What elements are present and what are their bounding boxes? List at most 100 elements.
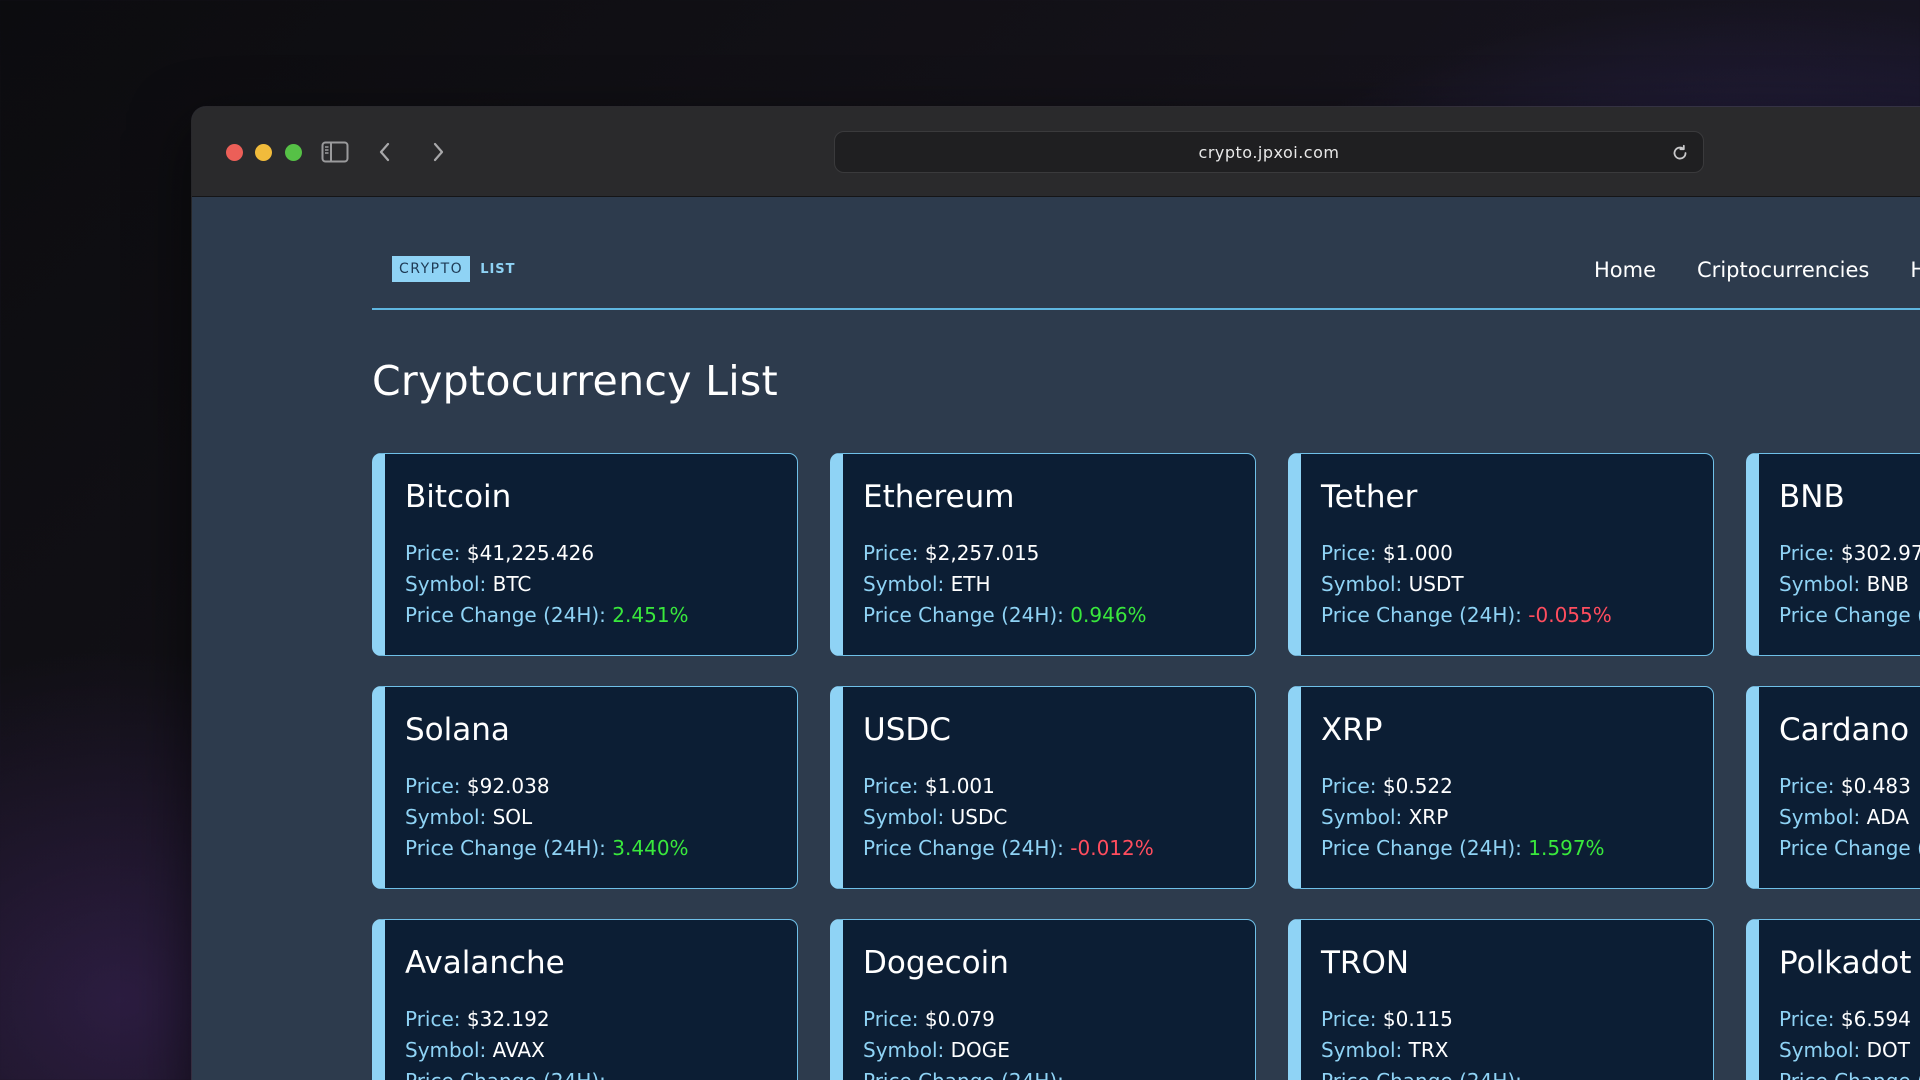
change-label: Price Change (24H): <box>405 1069 606 1080</box>
price-label: Price: <box>1779 1007 1835 1031</box>
change-row: Price Change (24H): 2.451% <box>405 600 797 631</box>
forward-arrow-icon[interactable] <box>421 135 455 169</box>
price-row: Price: $32.192 <box>405 1004 797 1035</box>
symbol-value: XRP <box>1408 805 1449 829</box>
price-label: Price: <box>1321 541 1377 565</box>
symbol-row: Symbol: XRP <box>1321 802 1713 833</box>
price-value: $0.483 <box>1840 774 1911 798</box>
symbol-value: TRX <box>1408 1038 1449 1062</box>
change-value: -0.055% <box>1528 603 1612 627</box>
coin-card-btc[interactable]: Bitcoin Price: $41,225.426 Symbol: BTC P… <box>372 453 798 656</box>
change-label: Price Change (24H): <box>1779 1069 1920 1080</box>
coin-card-bnb[interactable]: BNB Price: $302.970 Symbol: BNB Price Ch… <box>1746 453 1920 656</box>
change-row: Price Change (24H): <box>1779 600 1920 631</box>
symbol-value: SOL <box>492 805 533 829</box>
change-label: Price Change (24H): <box>405 836 606 860</box>
page-content: CRYPTO LIST Home Criptocurrencies H Cryp… <box>192 197 1920 1080</box>
coin-name: Avalanche <box>405 945 565 981</box>
symbol-row: Symbol: ETH <box>863 569 1255 600</box>
symbol-row: Symbol: USDC <box>863 802 1255 833</box>
coin-name: Tether <box>1321 479 1418 515</box>
price-row: Price: $0.483 <box>1779 771 1920 802</box>
page-title: Cryptocurrency List <box>372 357 778 405</box>
price-value: $0.522 <box>1382 774 1453 798</box>
back-arrow-icon[interactable] <box>368 135 402 169</box>
change-row: Price Change (24H): 3.440% <box>405 833 797 864</box>
close-window-button[interactable] <box>226 144 243 161</box>
symbol-row: Symbol: BTC <box>405 569 797 600</box>
change-label: Price Change (24H): <box>863 836 1064 860</box>
nav-link-home[interactable]: Home <box>1594 258 1656 282</box>
price-row: Price: $302.970 <box>1779 538 1920 569</box>
symbol-row: Symbol: DOT <box>1779 1035 1920 1066</box>
symbol-label: Symbol: <box>405 1038 487 1062</box>
coin-card-usdt[interactable]: Tether Price: $1.000 Symbol: USDT Price … <box>1288 453 1714 656</box>
symbol-label: Symbol: <box>1321 1038 1403 1062</box>
site-navbar: CRYPTO LIST Home Criptocurrencies H <box>372 197 1920 310</box>
coin-name: Dogecoin <box>863 945 1009 981</box>
maximize-window-button[interactable] <box>285 144 302 161</box>
change-row: Price Change (24H): <box>1779 1066 1920 1080</box>
price-value: $302.970 <box>1840 541 1920 565</box>
coin-card-usdc[interactable]: USDC Price: $1.001 Symbol: USDC Price Ch… <box>830 686 1256 889</box>
coin-card-eth[interactable]: Ethereum Price: $2,257.015 Symbol: ETH P… <box>830 453 1256 656</box>
price-label: Price: <box>1779 774 1835 798</box>
coin-card-dot[interactable]: Polkadot Price: $6.594 Symbol: DOT Price… <box>1746 919 1920 1080</box>
symbol-row: Symbol: TRX <box>1321 1035 1713 1066</box>
change-row: Price Change (24H): <box>405 1066 797 1080</box>
change-row: Price Change (24H): -0.055% <box>1321 600 1713 631</box>
price-label: Price: <box>1321 1007 1377 1031</box>
symbol-row: Symbol: AVAX <box>405 1035 797 1066</box>
browser-window: crypto.jpxoi.com CRYPTO LIST Home Cripto… <box>192 107 1920 1080</box>
coin-card-avax[interactable]: Avalanche Price: $32.192 Symbol: AVAX Pr… <box>372 919 798 1080</box>
price-row: Price: $2,257.015 <box>863 538 1255 569</box>
change-row: Price Change (24H): -0.012% <box>863 833 1255 864</box>
nav-link-truncated[interactable]: H <box>1910 258 1920 282</box>
symbol-label: Symbol: <box>863 1038 945 1062</box>
coin-card-ada[interactable]: Cardano Price: $0.483 Symbol: ADA Price … <box>1746 686 1920 889</box>
minimize-window-button[interactable] <box>255 144 272 161</box>
coin-card-doge[interactable]: Dogecoin Price: $0.079 Symbol: DOGE Pric… <box>830 919 1256 1080</box>
change-label: Price Change (24H): <box>863 1069 1064 1080</box>
coin-name: Bitcoin <box>405 479 512 515</box>
symbol-label: Symbol: <box>405 572 487 596</box>
change-label: Price Change (24H): <box>1779 603 1920 627</box>
sidebar-toggle-icon[interactable] <box>318 135 352 169</box>
price-value: $2,257.015 <box>924 541 1040 565</box>
symbol-value: DOGE <box>950 1038 1010 1062</box>
change-value: 3.440% <box>612 836 689 860</box>
symbol-label: Symbol: <box>405 805 487 829</box>
price-label: Price: <box>405 1007 461 1031</box>
coin-name: TRON <box>1321 945 1410 981</box>
logo-list-text: LIST <box>480 261 516 277</box>
symbol-label: Symbol: <box>1779 572 1861 596</box>
coin-name: Ethereum <box>863 479 1015 515</box>
site-logo[interactable]: CRYPTO LIST <box>392 256 516 282</box>
symbol-label: Symbol: <box>1779 1038 1861 1062</box>
nav-link-cryptocurrencies[interactable]: Criptocurrencies <box>1697 258 1869 282</box>
change-label: Price Change (24H): <box>405 603 606 627</box>
symbol-value: DOT <box>1866 1038 1910 1062</box>
logo-crypto-box: CRYPTO <box>392 256 471 282</box>
reload-icon[interactable] <box>1669 142 1691 164</box>
symbol-row: Symbol: ADA <box>1779 802 1920 833</box>
coin-card-sol[interactable]: Solana Price: $92.038 Symbol: SOL Price … <box>372 686 798 889</box>
change-label: Price Change (24H): <box>1321 836 1522 860</box>
symbol-row: Symbol: SOL <box>405 802 797 833</box>
symbol-label: Symbol: <box>863 805 945 829</box>
price-label: Price: <box>405 541 461 565</box>
change-value: 1.597% <box>1528 836 1605 860</box>
coin-card-trx[interactable]: TRON Price: $0.115 Symbol: TRX Price Cha… <box>1288 919 1714 1080</box>
price-label: Price: <box>1321 774 1377 798</box>
coin-name: Cardano <box>1779 712 1910 748</box>
symbol-value: USDT <box>1408 572 1464 596</box>
coin-card-xrp[interactable]: XRP Price: $0.522 Symbol: XRP Price Chan… <box>1288 686 1714 889</box>
price-row: Price: $0.079 <box>863 1004 1255 1035</box>
address-bar[interactable]: crypto.jpxoi.com <box>834 131 1704 173</box>
price-value: $32.192 <box>466 1007 550 1031</box>
symbol-row: Symbol: BNB <box>1779 569 1920 600</box>
price-label: Price: <box>863 1007 919 1031</box>
coin-card-grid: Bitcoin Price: $41,225.426 Symbol: BTC P… <box>372 453 1920 1080</box>
symbol-label: Symbol: <box>863 572 945 596</box>
symbol-value: ETH <box>950 572 991 596</box>
